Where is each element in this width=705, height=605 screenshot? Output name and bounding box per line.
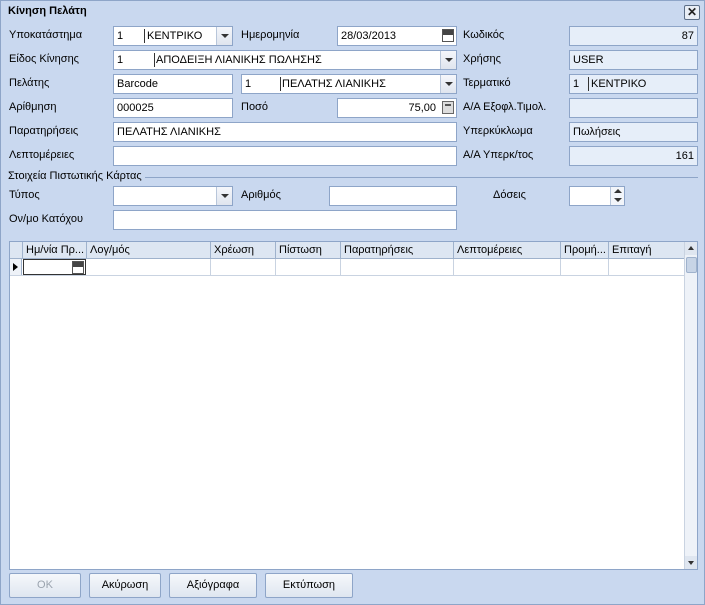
numbering-field[interactable]: 000025 (113, 98, 233, 118)
card-type-label: Τύπος (9, 189, 40, 201)
customer-movement-window: Κίνηση Πελάτη ✕ Υποκατάστημα 1 ΚΕΝΤΡΙΚΟ … (0, 0, 705, 605)
debit-cell[interactable] (211, 259, 276, 275)
card-type-select[interactable] (113, 186, 233, 206)
date-field[interactable]: 28/03/2013 (337, 26, 457, 46)
cell-calendar-icon[interactable] (72, 261, 84, 274)
amount-value: 75,00 (408, 102, 436, 114)
print-button[interactable]: Εκτύπωση (265, 573, 353, 598)
grid-corner (10, 242, 23, 259)
close-button[interactable]: ✕ (684, 5, 700, 20)
card-number-field[interactable] (329, 186, 457, 206)
vouchers-button[interactable]: Αξιόγραφα (169, 573, 257, 598)
details-label: Λεπτομέρειες (9, 149, 75, 161)
movements-grid[interactable]: Ημ/νία Πρ... Λογ/μός Χρέωση Πίστωση Παρα… (9, 241, 698, 570)
details-field[interactable] (113, 146, 457, 166)
grid-vertical-scrollbar[interactable] (684, 242, 697, 569)
code-label: Κωδικός (463, 29, 505, 41)
ok-button[interactable]: OK (9, 573, 81, 598)
installments-label: Δόσεις (493, 189, 526, 201)
col-header-date[interactable]: Ημ/νία Πρ... (23, 242, 87, 259)
notes-field[interactable]: ΠΕΛΑΤΗΣ ΛΙΑΝΙΚΗΣ (113, 122, 457, 142)
card-holder-field[interactable] (113, 210, 457, 230)
invoice-settle-no-label: Α/Α Εξοφλ.Τιμολ. (463, 101, 547, 113)
cancel-button[interactable]: Ακύρωση (89, 573, 161, 598)
customer-select[interactable]: 1 ΠΕΛΑΤΗΣ ΛΙΑΝΙΚΗΣ (241, 74, 457, 94)
date-value: 28/03/2013 (341, 30, 397, 42)
customer-code: 1 (245, 78, 252, 90)
movement-type-name: ΑΠΟΔΕΙΞΗ ΛΙΑΝΙΚΗΣ ΠΩΛΗΣΗΣ (156, 54, 322, 66)
cheque-cell[interactable] (609, 259, 684, 275)
row-selector-icon[interactable] (10, 259, 22, 275)
credit-cell[interactable] (276, 259, 341, 275)
table-row[interactable] (10, 259, 684, 276)
branch-dropdown-icon[interactable] (216, 27, 232, 45)
user-label: Χρήσης (463, 53, 501, 65)
terminal-label: Τερματικό (463, 77, 511, 89)
col-header-debit[interactable]: Χρέωση (211, 242, 276, 259)
terminal-divider (588, 77, 589, 91)
col-header-details[interactable]: Λεπτομέρειες (454, 242, 561, 259)
branch-name: ΚΕΝΤΡΙΚΟ (147, 30, 203, 42)
overdraft-field: Πωλήσεις (569, 122, 698, 142)
overdraft-no-field: 161 (569, 146, 698, 166)
movement-type-code: 1 (117, 54, 124, 66)
card-type-dropdown-icon[interactable] (216, 187, 232, 205)
credit-card-section-title: Στοιχεία Πιστωτικής Κάρτας (8, 170, 142, 182)
account-cell[interactable] (87, 259, 211, 275)
branch-divider (144, 29, 145, 43)
movement-type-label: Είδος Κίνησης (9, 53, 79, 65)
scroll-up-icon[interactable] (685, 242, 697, 255)
user-field: USER (569, 50, 698, 70)
date-label: Ημερομηνία (241, 29, 300, 41)
grid-header: Ημ/νία Πρ... Λογ/μός Χρέωση Πίστωση Παρα… (10, 242, 684, 259)
movement-type-divider (154, 53, 155, 67)
customer-dropdown-icon[interactable] (440, 75, 456, 93)
overdraft-label: Υπερκύκλωμα (463, 125, 533, 137)
notes-cell[interactable] (341, 259, 454, 275)
notes-label: Παρατηρήσεις (9, 125, 79, 137)
code-field: 87 (569, 26, 698, 46)
installments-stepper[interactable] (569, 186, 625, 206)
date-cell-editor[interactable] (23, 259, 86, 275)
calculator-icon[interactable] (442, 101, 454, 114)
branch-label: Υποκατάστημα (9, 29, 83, 41)
col-header-cheque[interactable]: Επιταγή (609, 242, 684, 259)
terminal-field: 1 ΚΕΝΤΡΙΚΟ (569, 74, 698, 94)
commission-cell[interactable] (561, 259, 609, 275)
amount-label: Ποσό (241, 101, 268, 113)
scroll-down-icon[interactable] (685, 556, 697, 569)
col-header-commission[interactable]: Προμή... (561, 242, 609, 259)
col-header-notes[interactable]: Παρατηρήσεις (341, 242, 454, 259)
window-title: Κίνηση Πελάτη (8, 5, 87, 17)
invoice-settle-no-field (569, 98, 698, 118)
branch-code: 1 (117, 30, 124, 42)
customer-search-mode-field[interactable]: Barcode (113, 74, 233, 94)
customer-label: Πελάτης (9, 77, 50, 89)
col-header-account[interactable]: Λογ/μός (87, 242, 211, 259)
stepper-arrows-icon[interactable] (610, 187, 624, 205)
branch-select[interactable]: 1 ΚΕΝΤΡΙΚΟ (113, 26, 233, 46)
card-number-label: Αριθμός (241, 189, 281, 201)
terminal-name: ΚΕΝΤΡΙΚΟ (591, 78, 647, 90)
customer-name: ΠΕΛΑΤΗΣ ΛΙΑΝΙΚΗΣ (282, 78, 386, 90)
overdraft-no-label: Α/Α Υπερκ/τος (463, 149, 534, 161)
movement-type-dropdown-icon[interactable] (440, 51, 456, 69)
calendar-icon[interactable] (442, 29, 454, 42)
section-divider (145, 177, 698, 178)
numbering-label: Αρίθμηση (9, 101, 57, 113)
amount-field[interactable]: 75,00 (337, 98, 457, 118)
customer-divider (280, 77, 281, 91)
terminal-code: 1 (573, 78, 580, 90)
card-holder-label: Ον/μο Κατόχου (9, 213, 83, 225)
details-cell[interactable] (454, 259, 561, 275)
movement-type-select[interactable]: 1 ΑΠΟΔΕΙΞΗ ΛΙΑΝΙΚΗΣ ΠΩΛΗΣΗΣ (113, 50, 457, 70)
scroll-thumb[interactable] (686, 257, 697, 273)
col-header-credit[interactable]: Πίστωση (276, 242, 341, 259)
